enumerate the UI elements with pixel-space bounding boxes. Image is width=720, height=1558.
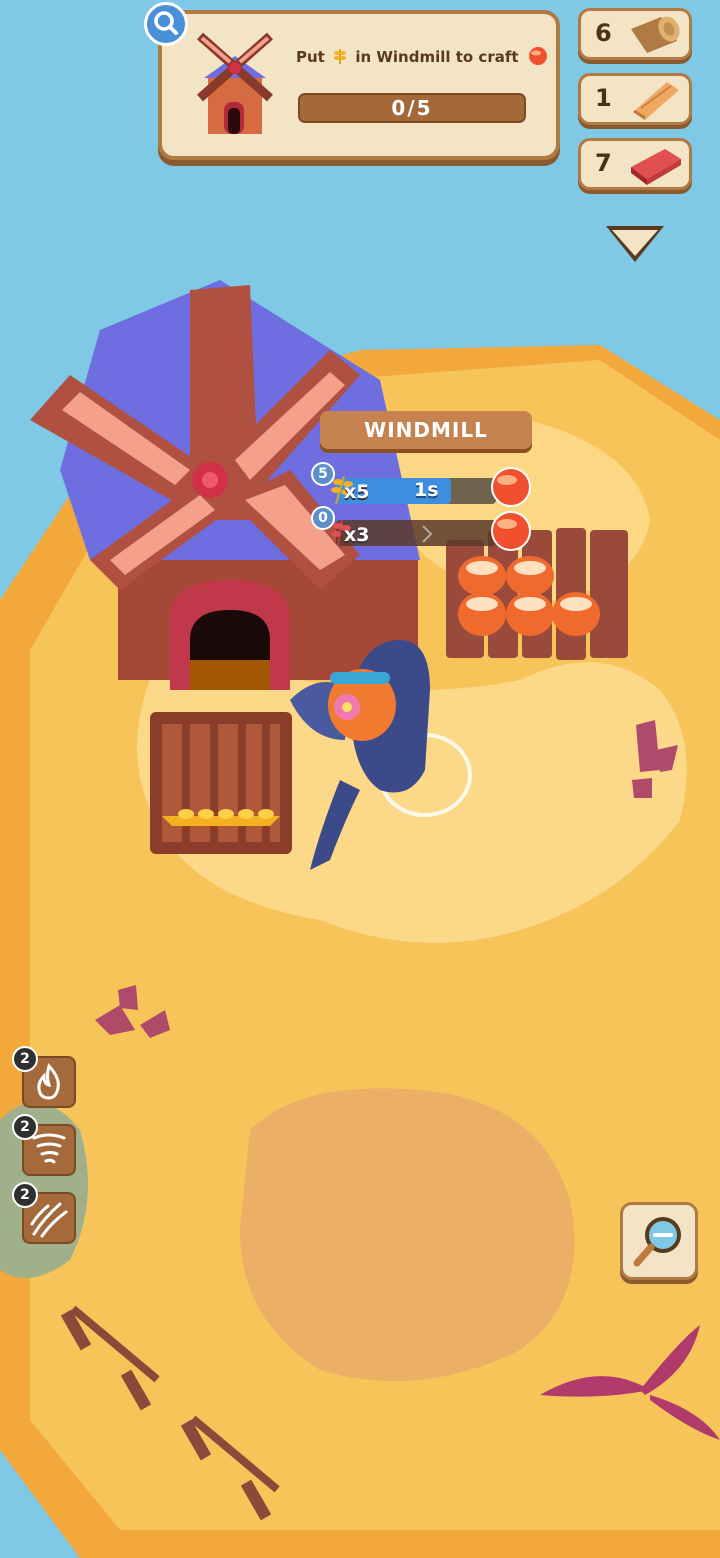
bread-orb-icon: [491, 467, 531, 507]
bread-orb-icon: [528, 47, 547, 65]
resource-wood-plank[interactable]: 1: [578, 73, 692, 125]
building-title: WINDMILL: [320, 411, 532, 449]
wheat-icon: [334, 49, 347, 64]
wood-plank-icon: [633, 82, 679, 120]
quest-prefix: Put: [296, 48, 325, 66]
recipe-row: 5 x5 1s: [311, 462, 532, 507]
skill-fire-button[interactable]: 2: [12, 1046, 76, 1108]
quest-middle: in Windmill to craft: [355, 48, 519, 66]
resource-brick[interactable]: 7: [578, 138, 692, 190]
quest-progress-text: 0/5: [391, 96, 433, 120]
brick-icon: [631, 149, 681, 185]
recipe-multiplier: x5: [344, 481, 370, 503]
resource-count: 7: [595, 149, 612, 177]
skill-claw-button[interactable]: 2: [12, 1182, 76, 1244]
zoom-out-icon: [633, 1217, 681, 1267]
resource-count: 1: [595, 84, 612, 112]
recipe-row: 0 x3: [311, 506, 532, 551]
resource-wood-log[interactable]: 6: [578, 8, 692, 60]
game-scene: Put in Windmill to craft 0/5 6 1 7 WINDM…: [0, 0, 720, 1558]
tornado-icon: [32, 1133, 66, 1164]
triangle-down-icon[interactable]: [604, 222, 666, 266]
recipe-multiplier: x3: [344, 524, 370, 546]
quest-search-button[interactable]: [144, 2, 188, 46]
quest-progress-bar: 0/5: [298, 93, 526, 123]
quest-instruction: Put in Windmill to craft: [296, 46, 548, 66]
wood-log-icon: [631, 16, 680, 53]
zoom-out-button[interactable]: [620, 1202, 698, 1280]
search-icon: [154, 11, 178, 35]
resource-count: 6: [595, 19, 612, 47]
claw-icon: [30, 1202, 68, 1238]
quest-panel: [158, 10, 560, 160]
fire-icon: [37, 1063, 60, 1100]
bread-orb-icon: [491, 511, 531, 551]
skill-tornado-button[interactable]: 2: [12, 1114, 76, 1176]
windmill-icon: [197, 32, 273, 134]
chevron-right-icon: [422, 525, 433, 543]
recipe-timer: 1s: [414, 479, 439, 501]
